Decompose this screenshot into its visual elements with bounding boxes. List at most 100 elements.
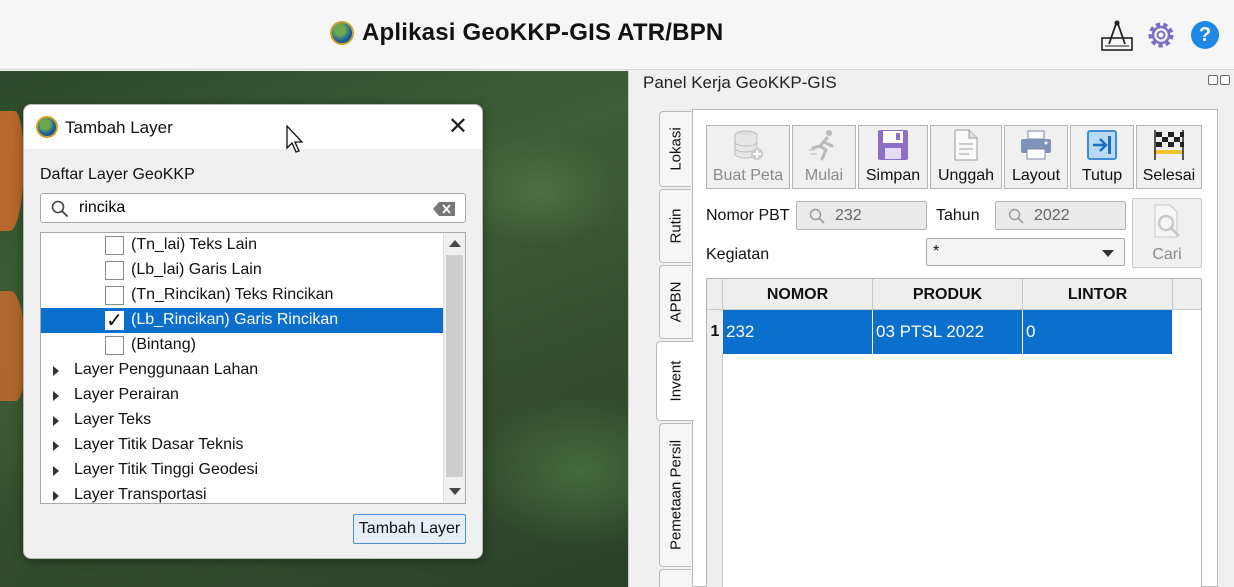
layer-search-input[interactable] (79, 198, 419, 218)
selesai-button[interactable]: Selesai (1136, 125, 1202, 189)
tahun-value: 2022 (1034, 207, 1070, 224)
help-icon[interactable]: ? (1188, 18, 1222, 52)
toolbar-label: Selesai (1142, 167, 1196, 184)
layer-search-box[interactable] (40, 193, 466, 223)
column-header-nomor[interactable]: NOMOR (723, 279, 873, 310)
bpn-logo-icon (330, 21, 354, 45)
scroll-down-icon[interactable] (449, 488, 461, 495)
search-icon (809, 208, 825, 229)
layer-group-label: Layer Perairan (74, 386, 179, 403)
layer-item-label: (Bintang) (131, 336, 196, 353)
tahun-field[interactable]: 2022 (995, 201, 1126, 230)
tab-more[interactable] (659, 569, 691, 587)
scroll-thumb[interactable] (446, 255, 463, 477)
map-parcel (0, 111, 24, 231)
expand-arrow-icon[interactable] (53, 391, 59, 401)
simpan-button[interactable]: Simpan (858, 125, 928, 189)
layer-tree[interactable]: (Tn_lai) Teks Lain (Lb_lai) Garis Lain (… (40, 232, 466, 504)
scroll-up-icon[interactable] (449, 240, 461, 247)
document-icon (948, 127, 984, 163)
layer-item-label: (Tn_Rincikan) Teks Rincikan (131, 286, 334, 303)
kegiatan-value: * (933, 243, 940, 260)
runner-icon (806, 127, 842, 163)
column-header-produk[interactable]: PRODUK (873, 279, 1023, 310)
tab-pemetaan-persil[interactable]: Pemetaan Persil (659, 423, 691, 567)
layer-list-label: Daftar Layer GeoKKP (40, 166, 195, 183)
clear-search-icon[interactable] (433, 202, 455, 216)
tab-lokasi[interactable]: Lokasi (659, 111, 691, 187)
layer-item-label: (Tn_lai) Teks Lain (131, 236, 257, 253)
database-add-icon (730, 127, 766, 163)
nomor-pbt-label: Nomor PBT (706, 207, 790, 224)
invent-toolbar: Buat Peta Mulai Simpan Unggah Layout Tut… (706, 125, 1202, 189)
tree-scrollbar[interactable] (443, 233, 465, 503)
panel-title: Panel Kerja GeoKKP-GIS (643, 73, 837, 92)
bpn-logo-icon (36, 116, 58, 138)
toolbar-label: Buat Peta (712, 167, 784, 184)
result-table: NOMOR PRODUK LINTOR 1 232 03 PTSL 2022 0 (706, 278, 1202, 587)
drafting-tools-icon[interactable] (1100, 18, 1134, 52)
layer-item[interactable]: (Tn_Rincikan) Teks Rincikan (41, 283, 443, 308)
tab-label: Rutin (667, 208, 684, 244)
table-row[interactable]: 1 232 03 PTSL 2022 0 (707, 310, 1173, 354)
toolbar-label: Mulai (804, 167, 844, 184)
close-icon[interactable]: ✕ (448, 115, 468, 139)
expand-arrow-icon[interactable] (53, 416, 59, 426)
invent-tab-content: Buat Peta Mulai Simpan Unggah Layout Tut… (692, 109, 1218, 587)
float-panel-icon[interactable] (1208, 75, 1218, 85)
layer-item[interactable]: (Bintang) (41, 333, 443, 358)
cell-lintor[interactable]: 0 (1023, 310, 1173, 354)
search-icon (51, 200, 69, 223)
tab-invent[interactable]: Invent (656, 341, 694, 421)
work-panel: Panel Kerja GeoKKP-GIS Lokasi Rutin APBN… (628, 71, 1234, 587)
layer-group[interactable]: Layer Penggunaan Lahan (41, 358, 443, 383)
cari-button[interactable]: Cari (1132, 198, 1202, 268)
tab-apbn[interactable]: APBN (659, 265, 691, 339)
chevron-down-icon (1102, 250, 1114, 257)
layer-group[interactable]: Layer Perairan (41, 383, 443, 408)
nomor-pbt-field[interactable]: 232 (796, 201, 927, 230)
expand-arrow-icon[interactable] (53, 466, 59, 476)
layer-checkbox[interactable] (105, 336, 124, 355)
close-panel-icon[interactable] (1220, 75, 1230, 85)
title-bar: Aplikasi GeoKKP-GIS ATR/BPN ? (0, 0, 1234, 70)
layer-checkbox[interactable] (105, 286, 124, 305)
dialog-title: Tambah Layer (65, 118, 173, 137)
nomor-pbt-value: 232 (835, 207, 862, 224)
gear-icon[interactable] (1144, 18, 1178, 52)
tutup-button[interactable]: Tutup (1070, 125, 1134, 189)
layer-checkbox[interactable] (105, 261, 124, 280)
expand-arrow-icon[interactable] (53, 441, 59, 451)
layer-group[interactable]: Layer Titik Tinggi Geodesi (41, 458, 443, 483)
dialog-header: Tambah Layer ✕ (24, 105, 482, 153)
tab-rutin[interactable]: Rutin (659, 189, 691, 263)
layer-item[interactable]: (Tn_lai) Teks Lain (41, 233, 443, 258)
buat-peta-button[interactable]: Buat Peta (706, 125, 790, 189)
unggah-button[interactable]: Unggah (930, 125, 1002, 189)
layer-checkbox-checked[interactable]: ✓ (105, 310, 124, 332)
column-header-lintor[interactable]: LINTOR (1023, 279, 1173, 310)
mulai-button[interactable]: Mulai (792, 125, 856, 189)
tambah-layer-button[interactable]: Tambah Layer (353, 514, 466, 544)
layout-button[interactable]: Layout (1004, 125, 1068, 189)
panel-controls (1208, 75, 1230, 85)
expand-arrow-icon[interactable] (53, 366, 59, 376)
layer-item-selected[interactable]: ✓ (Lb_Rincikan) Garis Rincikan (41, 308, 443, 333)
layer-checkbox[interactable] (105, 236, 124, 255)
tambah-layer-dialog: Tambah Layer ✕ Daftar Layer GeoKKP (Tn_l… (23, 104, 483, 559)
toolbar-label: Simpan (865, 167, 921, 184)
layer-item-label: (Lb_Rincikan) Garis Rincikan (131, 311, 339, 328)
cell-nomor[interactable]: 232 (723, 310, 873, 354)
kegiatan-select[interactable]: * (926, 238, 1125, 266)
layer-group[interactable]: Layer Titik Dasar Teknis (41, 433, 443, 458)
layer-item[interactable]: (Lb_lai) Garis Lain (41, 258, 443, 283)
layer-group[interactable]: Layer Teks (41, 408, 443, 433)
layer-group[interactable]: Layer Transportasi (41, 483, 443, 503)
table-header: NOMOR PRODUK LINTOR (707, 279, 1201, 310)
tab-label: Invent (667, 360, 684, 402)
cell-produk[interactable]: 03 PTSL 2022 (873, 310, 1023, 354)
tab-label: APBN (667, 281, 684, 323)
expand-arrow-icon[interactable] (53, 491, 59, 501)
layer-group-label: Layer Titik Dasar Teknis (74, 436, 244, 453)
layer-group-label: Layer Teks (74, 411, 152, 428)
